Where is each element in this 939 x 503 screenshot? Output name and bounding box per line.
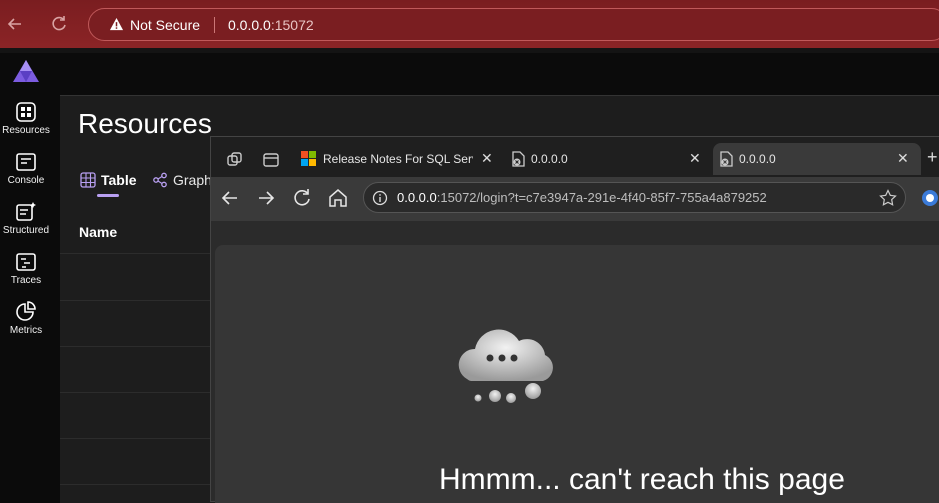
edge-browser-window: Release Notes For SQL Serv ✕ 0.0.0.0 ✕ 0… bbox=[210, 136, 939, 503]
close-icon[interactable]: ✕ bbox=[897, 150, 909, 167]
page-error-icon bbox=[512, 151, 525, 167]
edge-address-bar[interactable]: 0.0.0.0:15072/login?t=c7e3947a-291e-4f40… bbox=[363, 182, 906, 213]
tab-label: Table bbox=[101, 172, 137, 188]
table-row bbox=[60, 438, 220, 439]
table-row bbox=[60, 253, 220, 254]
nav-label: Structured bbox=[2, 225, 50, 236]
cloud-thinking-icon bbox=[458, 329, 553, 403]
edge-tab-strip: Release Notes For SQL Serv ✕ 0.0.0.0 ✕ 0… bbox=[211, 137, 939, 181]
profile-icon[interactable] bbox=[919, 187, 939, 209]
table-row bbox=[60, 392, 220, 393]
tab-table[interactable]: Table bbox=[80, 172, 137, 194]
left-navigation: Resources Console Structured Traces Metr… bbox=[0, 53, 60, 502]
nav-item-traces[interactable]: Traces bbox=[0, 251, 52, 297]
nav-label: Traces bbox=[10, 275, 42, 286]
tab-title: 0.0.0.0 bbox=[531, 152, 568, 166]
metrics-icon bbox=[16, 301, 36, 321]
edge-tab-release-notes[interactable]: Release Notes For SQL Serv ✕ bbox=[297, 143, 503, 175]
workspaces-icon[interactable] bbox=[226, 151, 244, 169]
forward-arrow-icon[interactable] bbox=[255, 187, 277, 209]
nav-label: Console bbox=[7, 175, 45, 186]
close-icon[interactable]: ✕ bbox=[481, 150, 493, 167]
edge-toolbar: 0.0.0.0:15072/login?t=c7e3947a-291e-4f40… bbox=[211, 177, 939, 221]
toolbar-separator bbox=[0, 48, 939, 53]
security-label[interactable]: Not Secure bbox=[130, 17, 200, 33]
table-row bbox=[60, 300, 220, 301]
edge-url-text[interactable]: 0.0.0.0:15072/login?t=c7e3947a-291e-4f40… bbox=[397, 190, 767, 205]
tab-graph[interactable]: Graph bbox=[152, 172, 212, 188]
outer-browser-toolbar: Not Secure 0.0.0.0:15072 bbox=[0, 0, 939, 48]
favorite-star-icon[interactable] bbox=[879, 189, 897, 207]
selected-tab-indicator bbox=[97, 194, 119, 197]
new-tab-plus-icon[interactable]: + bbox=[927, 147, 938, 168]
tab-title: Release Notes For SQL Serv bbox=[323, 152, 473, 166]
reload-icon[interactable] bbox=[291, 187, 313, 209]
reload-icon[interactable] bbox=[49, 14, 69, 34]
url-port: :15072 bbox=[270, 17, 314, 33]
edge-tab-2[interactable]: 0.0.0.0 ✕ bbox=[505, 143, 713, 175]
home-icon[interactable] bbox=[327, 187, 349, 209]
traces-icon bbox=[16, 253, 36, 271]
table-row bbox=[60, 346, 220, 347]
nav-item-structured[interactable]: Structured bbox=[0, 201, 52, 247]
vertical-tabs-icon[interactable] bbox=[262, 151, 280, 169]
outer-address-bar[interactable]: Not Secure 0.0.0.0:15072 bbox=[88, 8, 939, 41]
nav-item-metrics[interactable]: Metrics bbox=[0, 301, 52, 347]
info-icon[interactable] bbox=[372, 190, 388, 206]
microsoft-logo-icon bbox=[301, 151, 316, 166]
back-arrow-icon[interactable] bbox=[5, 14, 25, 34]
console-icon bbox=[16, 153, 36, 171]
tab-label: Graph bbox=[173, 172, 212, 188]
url-host: 0.0.0.0 bbox=[397, 190, 437, 205]
back-arrow-icon[interactable] bbox=[219, 187, 241, 209]
edge-tab-active[interactable]: 0.0.0.0 ✕ bbox=[713, 143, 921, 175]
nav-label: Resources bbox=[2, 125, 50, 136]
tab-title: 0.0.0.0 bbox=[739, 152, 776, 166]
table-row bbox=[60, 484, 220, 485]
nav-item-console[interactable]: Console bbox=[0, 151, 52, 197]
error-title: Hmmm... can't reach this page bbox=[439, 463, 845, 496]
table-icon bbox=[80, 172, 96, 188]
structured-icon bbox=[16, 202, 36, 221]
warning-icon bbox=[109, 17, 124, 31]
resources-icon bbox=[16, 102, 36, 122]
graph-icon bbox=[153, 172, 167, 188]
close-icon[interactable]: ✕ bbox=[689, 150, 701, 167]
nav-item-resources[interactable]: Resources bbox=[0, 101, 52, 147]
page-title: Resources bbox=[78, 108, 212, 139]
column-header-name[interactable]: Name bbox=[79, 224, 117, 240]
error-page: Hmmm... can't reach this page bbox=[215, 245, 939, 503]
nav-label: Metrics bbox=[9, 325, 43, 336]
outer-url-text[interactable]: 0.0.0.0:15072 bbox=[228, 17, 314, 33]
aspire-logo-icon[interactable] bbox=[12, 59, 40, 83]
divider bbox=[214, 17, 215, 33]
url-rest: :15072/login?t=c7e3947a-291e-4f40-85f7-7… bbox=[436, 190, 767, 205]
url-host: 0.0.0.0 bbox=[228, 17, 271, 33]
page-error-icon bbox=[720, 151, 733, 167]
